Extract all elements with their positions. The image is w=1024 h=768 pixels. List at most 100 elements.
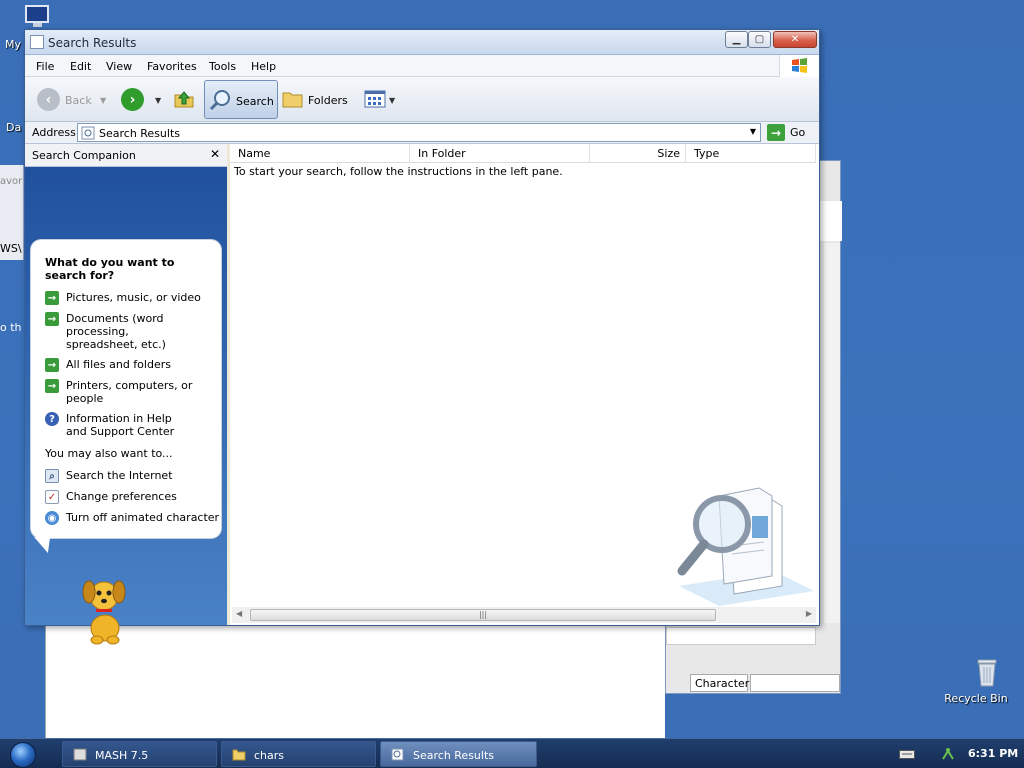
search-button-label: Search xyxy=(236,95,274,108)
taskbar-button-label: MASH 7.5 xyxy=(95,749,149,762)
bg-window-list xyxy=(666,627,816,645)
column-header-type[interactable]: Type xyxy=(686,144,816,163)
scroll-right-icon[interactable]: ▶ xyxy=(806,609,812,618)
column-header-size[interactable]: Size xyxy=(590,144,686,163)
maximize-button[interactable]: ▢ xyxy=(748,31,771,48)
back-icon[interactable]: ‹ xyxy=(37,88,60,111)
taskbar-button-label: Search Results xyxy=(413,749,495,762)
minimize-button[interactable]: ▁ xyxy=(725,31,748,48)
search-companion-title: Search Companion xyxy=(32,149,136,162)
folders-icon[interactable] xyxy=(282,90,304,108)
menu-view[interactable]: View xyxy=(106,60,132,73)
clock[interactable]: 6:31 PM xyxy=(968,747,1018,760)
option-search-internet[interactable]: ⌕ Search the Internet xyxy=(45,469,215,483)
bg-window-scrollbar xyxy=(824,243,840,623)
search-results-window: Search Results ▁ ▢ ✕ File Edit View Favo… xyxy=(24,29,820,645)
option-documents[interactable]: → Documents (word processing, spreadshee… xyxy=(45,312,195,351)
views-dropdown-icon[interactable]: ▼ xyxy=(389,96,395,105)
search-dog-icon[interactable] xyxy=(77,576,131,646)
help-icon: ? xyxy=(45,412,59,426)
green-arrow-icon: → xyxy=(45,358,59,372)
taskbar: MASH 7.5 chars Search Results 6:31 PM xyxy=(0,738,1024,768)
background-window-left: avor WS\ xyxy=(0,165,24,260)
option-label: All files and folders xyxy=(66,358,171,371)
option-label: Information in Help and Support Center xyxy=(66,412,175,438)
address-bar: Address Search Results ▼ → Go xyxy=(25,122,819,144)
search-illustration-icon xyxy=(677,487,814,606)
option-label: Printers, computers, or people xyxy=(66,379,193,405)
forward-icon[interactable]: › xyxy=(121,88,144,111)
character-field[interactable] xyxy=(750,674,840,692)
app-icon xyxy=(73,748,87,761)
horizontal-scrollbar[interactable]: ◀ ||| ▶ xyxy=(232,607,816,623)
close-button[interactable]: ✕ xyxy=(773,31,817,48)
toolbar: ‹ Back ▼ › ▼ Search Folders ▼ xyxy=(25,77,819,122)
search-results-page-icon xyxy=(81,126,95,140)
option-change-preferences[interactable]: ✓ Change preferences xyxy=(45,490,215,504)
address-input[interactable]: Search Results ▼ xyxy=(77,123,761,142)
title-bar[interactable]: Search Results ▁ ▢ ✕ xyxy=(25,30,819,55)
back-button-label[interactable]: Back xyxy=(65,94,92,107)
scrollbar-thumb[interactable]: ||| xyxy=(250,609,716,621)
search-companion-header: Search Companion ✕ xyxy=(25,144,227,167)
option-label: Change preferences xyxy=(66,490,177,503)
search-question: What do you want to search for? xyxy=(45,256,175,282)
desktop-icon-recycle-bin[interactable]: Recycle Bin xyxy=(940,656,1012,705)
search-balloon: What do you want to search for? → Pictur… xyxy=(31,240,221,538)
background-document-window xyxy=(45,624,665,738)
scroll-left-icon[interactable]: ◀ xyxy=(236,609,242,618)
column-header-size-label: Size xyxy=(657,147,680,160)
search-results-page-icon xyxy=(391,748,404,761)
up-folder-icon[interactable] xyxy=(173,88,195,110)
taskbar-button-mash[interactable]: MASH 7.5 xyxy=(62,741,217,767)
forward-dropdown-icon[interactable]: ▼ xyxy=(155,96,161,105)
menu-tools[interactable]: Tools xyxy=(209,60,236,73)
desktop-icon-label: My xyxy=(5,38,22,51)
folders-button-label[interactable]: Folders xyxy=(308,94,348,107)
taskbar-button-label: chars xyxy=(254,749,285,762)
option-pictures-music-video[interactable]: → Pictures, music, or video xyxy=(45,291,215,305)
taskbar-button-search-results[interactable]: Search Results xyxy=(380,741,537,767)
column-header-in-folder[interactable]: In Folder xyxy=(410,144,590,163)
menu-edit[interactable]: Edit xyxy=(70,60,91,73)
window-title: Search Results xyxy=(48,36,137,50)
menu-bar: File Edit View Favorites Tools Help xyxy=(25,55,819,77)
network-icon[interactable] xyxy=(940,746,956,762)
computer-icon xyxy=(25,5,49,27)
go-button-label[interactable]: Go xyxy=(790,126,805,139)
views-icon[interactable] xyxy=(364,90,386,108)
column-header-name[interactable]: Name xyxy=(230,144,410,163)
globe-icon: ◉ xyxy=(45,511,59,525)
back-dropdown-icon[interactable]: ▼ xyxy=(100,96,106,105)
preferences-icon: ✓ xyxy=(45,490,59,504)
taskbar-button-chars[interactable]: chars xyxy=(221,741,376,767)
option-label: Search the Internet xyxy=(66,469,173,482)
start-button[interactable] xyxy=(10,742,36,768)
search-button[interactable]: Search xyxy=(204,80,278,119)
bg-fragment: o th xyxy=(0,321,22,334)
search-icon xyxy=(209,90,230,111)
balloon-tail xyxy=(34,537,56,553)
go-icon[interactable]: → xyxy=(767,124,785,141)
desktop-icon-label: Da xyxy=(6,121,22,134)
search-companion-pane: Search Companion ✕ What do you want to s… xyxy=(25,144,227,645)
windows-logo-icon xyxy=(779,55,819,77)
results-list: Name In Folder Size Type To start your s… xyxy=(230,144,819,625)
option-printers-computers-people[interactable]: → Printers, computers, or people xyxy=(45,379,195,405)
option-turn-off-character[interactable]: ◉ Turn off animated character xyxy=(45,511,220,525)
character-label: Character: xyxy=(695,677,753,690)
green-arrow-icon: → xyxy=(45,379,59,393)
option-label: Documents (word processing, spreadsheet,… xyxy=(66,312,166,351)
address-dropdown-icon[interactable]: ▼ xyxy=(750,127,756,136)
option-all-files-folders[interactable]: → All files and folders xyxy=(45,358,215,372)
menu-favorites[interactable]: Favorites xyxy=(147,60,197,73)
keyboard-icon[interactable] xyxy=(899,748,915,760)
menu-help[interactable]: Help xyxy=(251,60,276,73)
menu-file[interactable]: File xyxy=(36,60,54,73)
option-label: Turn off animated character xyxy=(66,511,220,524)
option-help-support[interactable]: ? Information in Help and Support Center xyxy=(45,412,195,438)
also-heading: You may also want to... xyxy=(45,447,173,460)
close-pane-icon[interactable]: ✕ xyxy=(210,147,220,161)
empty-results-message: To start your search, follow the instruc… xyxy=(234,165,563,178)
green-arrow-icon: → xyxy=(45,312,59,326)
